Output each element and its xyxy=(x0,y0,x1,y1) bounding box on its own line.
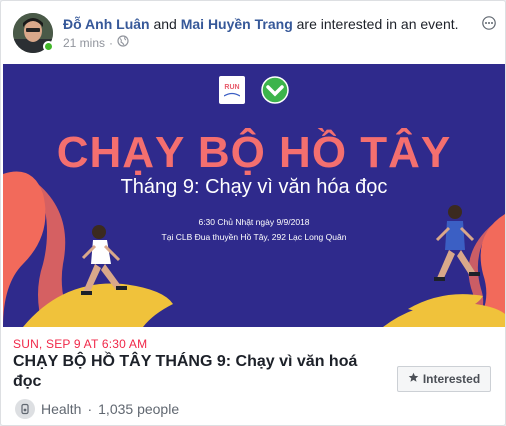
event-category[interactable]: Health xyxy=(41,401,81,417)
cover-title: CHẠY BỘ HỒ TÂY xyxy=(56,128,452,177)
event-cover-image[interactable]: RUN CHẠY BỘ HỒ TÂY Tháng 9: Chạy vì văn … xyxy=(3,64,505,327)
timestamp[interactable]: 21 mins xyxy=(63,36,105,50)
connector-text: and xyxy=(153,16,177,32)
more-options-icon[interactable] xyxy=(479,13,499,33)
post-meta: 21 mins · xyxy=(63,35,129,50)
actor-link-1[interactable]: Đỗ Anh Luân xyxy=(63,16,150,32)
interested-button[interactable]: Interested xyxy=(397,366,491,392)
interested-label: Interested xyxy=(422,372,481,386)
event-category-row: Health · 1,035 people xyxy=(15,399,179,419)
health-category-icon xyxy=(15,399,35,419)
star-icon xyxy=(408,372,419,386)
category-dot: · xyxy=(87,401,93,417)
globe-icon[interactable] xyxy=(117,35,129,50)
story-headline: Đỗ Anh Luân and Mai Huyền Trang are inte… xyxy=(63,15,459,33)
cover-place: Tại CLB Đua thuyền Hồ Tây, 292 Lạc Long … xyxy=(161,232,347,242)
event-story-card: Đỗ Anh Luân and Mai Huyền Trang are inte… xyxy=(0,0,506,426)
run-logo-text: RUN xyxy=(224,83,240,91)
meta-separator: · xyxy=(109,35,114,50)
action-text: are interested in an event. xyxy=(296,16,459,32)
event-title[interactable]: CHẠY BỘ HỒ TÂY THÁNG 9: Chạy vì văn hoá … xyxy=(13,352,383,392)
run-logo: RUN xyxy=(219,76,245,104)
check-circle-icon xyxy=(261,76,289,104)
online-status-dot xyxy=(43,41,54,52)
cover-time: 6:30 Chủ Nhật ngày 9/9/2018 xyxy=(198,217,310,227)
interested-count: 1,035 people xyxy=(98,401,180,417)
event-date: SUN, SEP 9 AT 6:30 AM xyxy=(13,337,148,351)
actor-link-2[interactable]: Mai Huyền Trang xyxy=(181,16,293,32)
cover-subtitle: Tháng 9: Chạy vì văn hóa đọc xyxy=(120,176,388,198)
